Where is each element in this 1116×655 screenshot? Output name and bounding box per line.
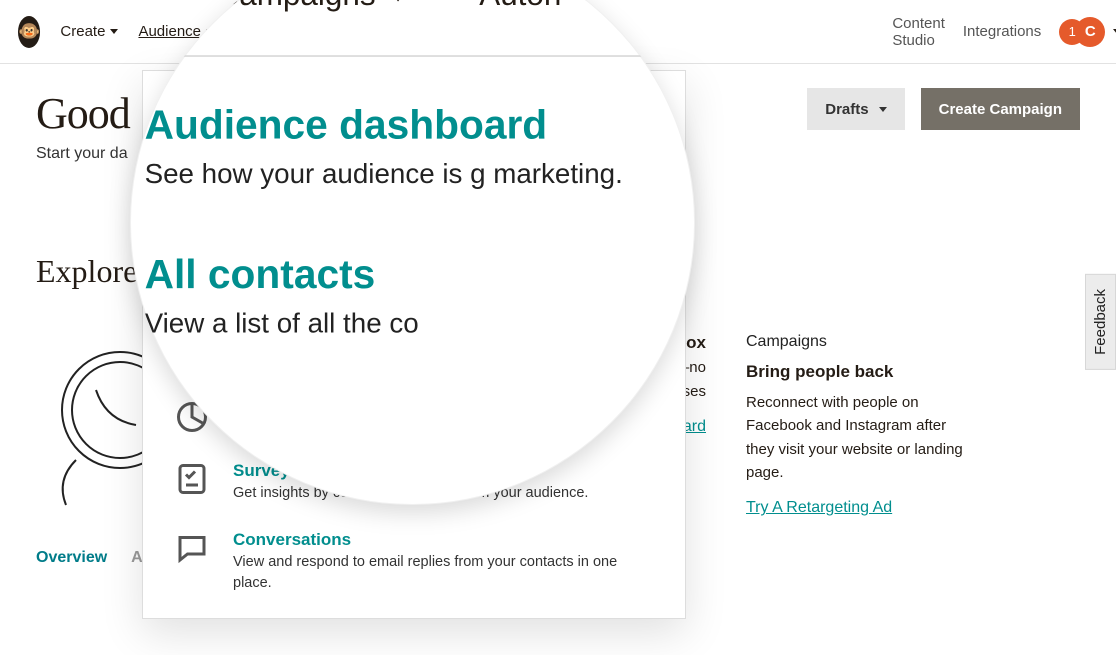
lens-nav-audience[interactable]: ence — [130, 0, 143, 14]
lens-item-audience-dashboard[interactable]: Audience dashboard See how your audience… — [130, 101, 695, 195]
tab-overview[interactable]: Overview — [36, 549, 107, 567]
nav-integrations[interactable]: Integrations — [963, 23, 1041, 40]
avatar: C — [1075, 17, 1105, 47]
card-eyebrow: Campaigns — [746, 330, 976, 355]
chevron-down-icon — [110, 29, 118, 34]
nav-create-label: Create — [60, 23, 105, 40]
nav-content-studio-visible[interactable]: Content Studio — [892, 15, 945, 49]
lens-item-title: Audience dashboard — [145, 101, 623, 149]
feedback-tab[interactable]: Feedback — [1085, 274, 1116, 370]
checklist-icon — [171, 461, 213, 504]
create-campaign-label: Create Campaign — [939, 101, 1062, 118]
page-title: Good — [36, 88, 130, 139]
card-body: Reconnect with people on Facebook and In… — [746, 391, 976, 484]
campaigns-card: Campaigns Bring people back Reconnect wi… — [746, 330, 976, 521]
lens-nav: ence Campaigns Auton — [130, 0, 695, 44]
chevron-down-icon — [130, 0, 143, 1]
lens-item-desc: View a list of all the co — [145, 304, 419, 344]
drafts-button[interactable]: Drafts — [807, 88, 904, 130]
lens-nav-automation[interactable]: Auton — [479, 0, 561, 14]
chat-icon — [171, 530, 213, 594]
account-switcher[interactable]: 1 C — [1059, 17, 1116, 47]
nav-create[interactable]: Create — [60, 23, 118, 40]
dropdown-title: Conversations — [233, 530, 657, 550]
page-subtitle: Start your da — [36, 145, 130, 163]
card-title: Bring people back — [746, 359, 976, 385]
try-retargeting-ad-link[interactable]: Try A Retargeting Ad — [746, 496, 892, 521]
dropdown-item-conversations[interactable]: Conversations View and respond to email … — [171, 530, 657, 594]
lens-item-all-contacts[interactable]: All contacts View a list of all the co — [130, 251, 695, 345]
dropdown-desc: View and respond to email replies from y… — [233, 552, 657, 594]
lens-item-title: All contacts — [145, 251, 419, 299]
lens-nav-campaigns[interactable]: Campaigns — [217, 0, 406, 14]
chevron-down-icon — [390, 0, 405, 1]
create-campaign-button[interactable]: Create Campaign — [921, 88, 1080, 130]
mailchimp-logo[interactable]: 🐵 — [18, 16, 40, 48]
chevron-down-icon — [879, 107, 887, 112]
lens-item-desc: See how your audience is g marketing. — [145, 155, 623, 195]
drafts-button-label: Drafts — [825, 101, 868, 118]
